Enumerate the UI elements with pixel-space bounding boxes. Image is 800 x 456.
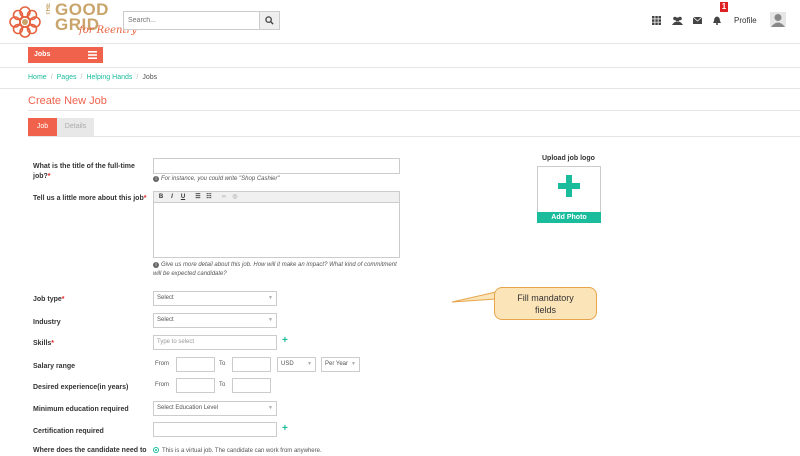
italic-button[interactable]: I <box>168 193 176 201</box>
search-input[interactable] <box>124 12 260 29</box>
education-label: Minimum education required <box>33 406 129 413</box>
envelope-icon[interactable] <box>691 14 703 26</box>
chevron-down-icon: ▼ <box>307 361 312 367</box>
certification-label: Certification required <box>33 428 104 435</box>
radio-button[interactable] <box>153 447 159 453</box>
tooltip-callout: Fill mandatory fields <box>494 287 597 320</box>
callout-pointer <box>452 291 496 303</box>
industry-label: Industry <box>33 319 61 326</box>
certification-input[interactable] <box>153 422 277 437</box>
exp-to-label: To <box>219 382 226 388</box>
jobs-menu-button[interactable]: Jobs <box>28 47 103 63</box>
link-icon[interactable]: ∞ <box>220 193 228 201</box>
experience-label: Desired experience(in years) <box>33 384 129 391</box>
bullet-list-icon[interactable]: ☰ <box>194 193 202 201</box>
top-header: THE GOOD GRID for Reentry 1 Profile <box>0 0 800 44</box>
chevron-down-icon: ▼ <box>351 361 356 367</box>
logo-flower-icon <box>9 6 41 38</box>
callout-line1: Fill mandatory <box>517 293 574 303</box>
tab-details[interactable]: Details <box>57 118 94 136</box>
chevron-down-icon: ▼ <box>268 317 273 323</box>
users-icon[interactable] <box>671 14 683 26</box>
salary-from-input[interactable] <box>176 357 215 372</box>
info-icon: i <box>153 262 159 268</box>
profile-link[interactable]: Profile <box>734 16 757 25</box>
job-type-label: Job type* <box>33 296 65 303</box>
salary-label: Salary range <box>33 363 76 370</box>
period-select[interactable]: Per Year ▼ <box>321 357 360 372</box>
logo-prefix: THE <box>46 3 52 15</box>
divider <box>0 88 800 89</box>
unlink-icon[interactable]: ◎ <box>231 193 239 201</box>
divider <box>28 110 800 111</box>
plus-icon <box>558 175 580 197</box>
divider <box>28 136 800 137</box>
divider <box>0 67 800 68</box>
info-icon: i <box>153 176 159 182</box>
title-label: What is the title of the full-time job?* <box>33 163 135 180</box>
currency-select[interactable]: USD ▼ <box>277 357 316 372</box>
page-title: Create New Job <box>28 95 107 107</box>
skills-input[interactable]: Type to select <box>153 335 277 350</box>
callout-line2: fields <box>534 305 556 315</box>
tab-job[interactable]: Job <box>28 118 57 136</box>
chevron-down-icon: ▼ <box>268 295 273 301</box>
notification-badge: 1 <box>720 2 728 12</box>
search-button[interactable] <box>259 12 279 29</box>
breadcrumb-current: Jobs <box>142 74 158 81</box>
salary-from-label: From <box>155 361 169 367</box>
numbered-list-icon[interactable]: ☷ <box>205 193 213 201</box>
description-label: Tell us a little more about this job* <box>33 195 147 202</box>
description-hint: i Give us more detail about this job. How… <box>153 262 397 277</box>
job-type-select[interactable]: Select ▼ <box>153 291 277 306</box>
grid-icon[interactable] <box>650 14 662 26</box>
industry-select[interactable]: Select ▼ <box>153 313 277 328</box>
breadcrumb-pages[interactable]: Pages <box>57 74 77 81</box>
experience-from-input[interactable] <box>176 378 215 393</box>
add-skill-icon[interactable]: + <box>282 335 288 346</box>
bell-icon[interactable] <box>711 14 723 26</box>
add-photo-button[interactable]: Add Photo <box>537 212 601 223</box>
breadcrumb-home[interactable]: Home <box>28 74 47 81</box>
exp-from-label: From <box>155 382 169 388</box>
skills-label: Skills* <box>33 340 55 347</box>
hamburger-icon <box>88 51 97 59</box>
search-icon <box>265 16 274 25</box>
salary-to-label: To <box>219 361 226 367</box>
avatar-icon[interactable] <box>770 12 786 27</box>
description-editor[interactable] <box>153 203 400 258</box>
experience-to-input[interactable] <box>232 378 271 393</box>
salary-to-input[interactable] <box>232 357 271 372</box>
breadcrumb-helping-hands[interactable]: Helping Hands <box>86 74 132 81</box>
add-certification-icon[interactable]: + <box>282 423 288 434</box>
virtual-option[interactable]: This is a virtual job. The candidate can… <box>153 446 322 454</box>
editor-toolbar: B I U ☰ ☷ ∞ ◎ <box>153 191 400 203</box>
upload-logo-label: Upload job logo <box>542 155 595 162</box>
search-box <box>123 11 280 30</box>
breadcrumb: Home / Pages / Helping Hands / Jobs <box>28 74 158 81</box>
bold-button[interactable]: B <box>157 193 165 201</box>
jobs-menu-label: Jobs <box>34 51 51 58</box>
underline-button[interactable]: U <box>179 193 187 201</box>
job-title-input[interactable] <box>153 158 400 174</box>
education-select[interactable]: Select Education Level ▼ <box>153 401 277 416</box>
chevron-down-icon: ▼ <box>268 405 273 411</box>
title-hint: i For instance, you could write "Shop Cas… <box>153 175 280 184</box>
